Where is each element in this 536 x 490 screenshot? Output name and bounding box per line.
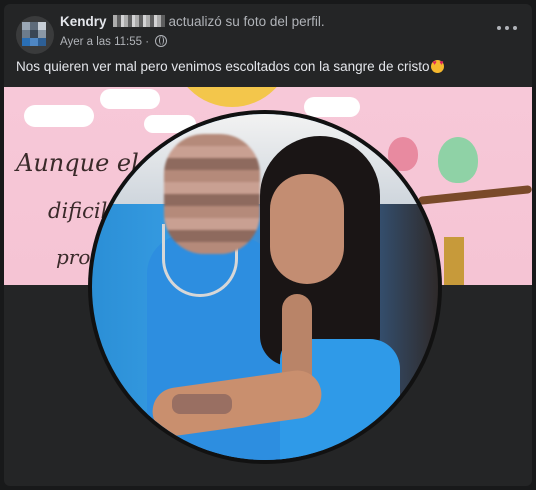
blurred-face [164, 134, 260, 254]
post-meta: Ayer a las 11:55 · [60, 35, 168, 48]
post-caption: Nos quieren ver mal pero venimos escolta… [16, 59, 445, 74]
author-avatar[interactable] [16, 16, 54, 54]
caption-text: Nos quieren ver mal pero venimos escolta… [16, 59, 430, 74]
post-action-text: actualizó su foto del perfil. [168, 14, 325, 29]
cloud-graphic [24, 105, 94, 127]
redacted-surname [112, 15, 165, 27]
cloud-graphic [100, 89, 160, 109]
green-bird-graphic [438, 137, 478, 183]
post-card: Kendry actualizó su foto del perfil. Ayer… [4, 4, 532, 486]
post-header: Kendry actualizó su foto del perfil. [60, 14, 325, 29]
more-options-button[interactable] [492, 18, 522, 38]
profile-photo[interactable] [92, 114, 438, 460]
smiling-face-with-hearts-icon [431, 60, 445, 73]
globe-icon[interactable] [155, 35, 168, 47]
author-name[interactable]: Kendry [60, 14, 107, 29]
sun-graphic [172, 87, 292, 107]
frame-graphic [444, 237, 464, 285]
more-horizontal-icon [497, 26, 501, 30]
woman-face [270, 174, 344, 284]
cover-text-line-3: pro [56, 245, 91, 269]
tattoo [172, 394, 232, 414]
post-timestamp[interactable]: Ayer a las 11:55 [60, 36, 142, 48]
